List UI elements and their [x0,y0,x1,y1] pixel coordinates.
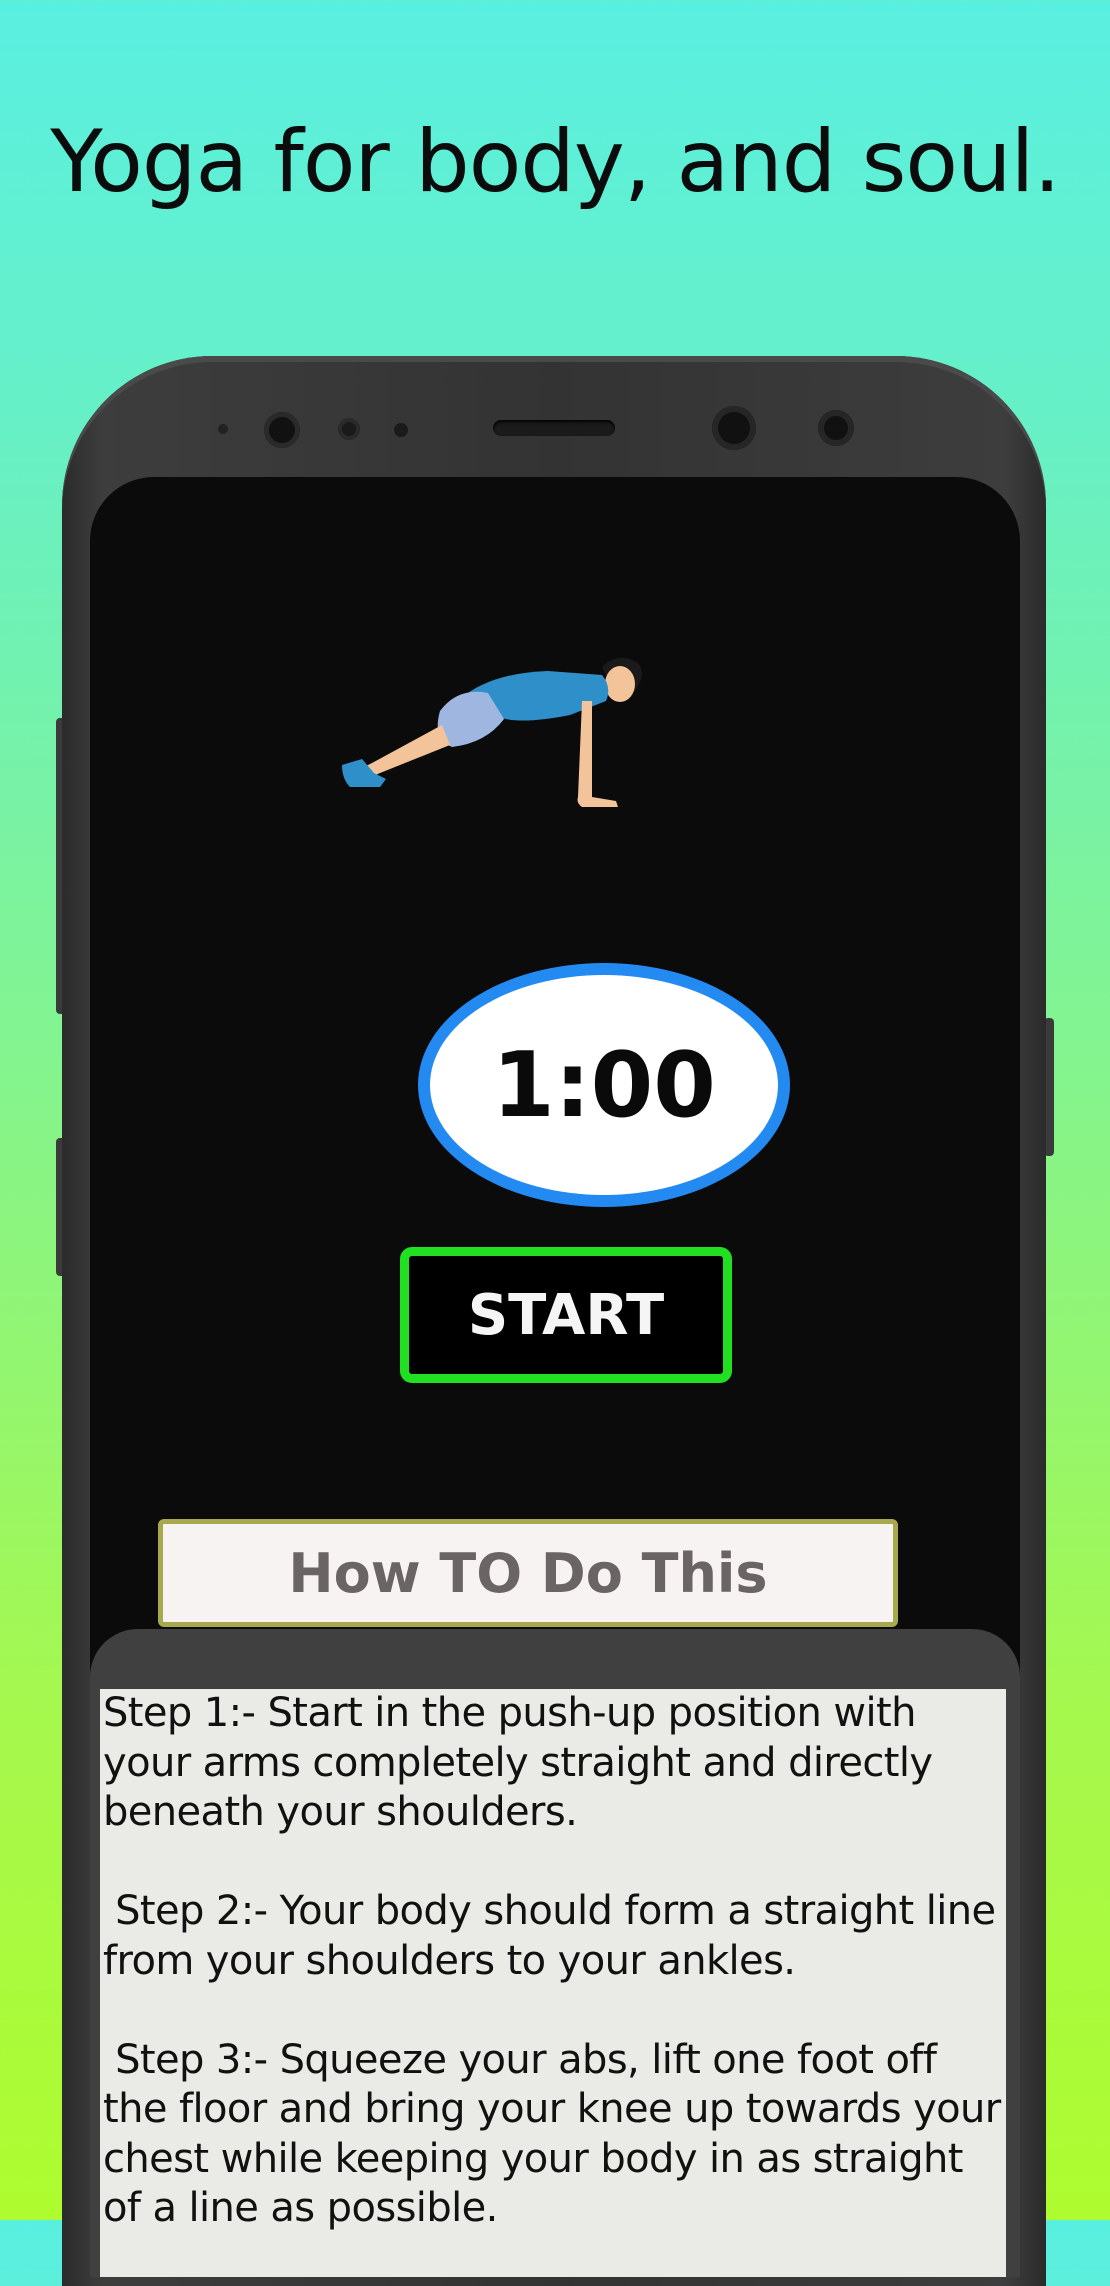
start-button[interactable]: START [400,1247,732,1383]
timer-display: 1:00 [418,963,790,1207]
earpiece-speaker [493,420,615,436]
plank-exercise-figure [342,657,642,807]
proximity-sensor [818,410,854,446]
how-to-button[interactable]: How TO Do This [158,1519,898,1627]
headline: Yoga for body, and soul. [50,112,1061,212]
front-sensor [394,423,408,437]
app-screen: 1:00 START How TO Do This Step 1:- Start… [90,477,1020,2277]
front-sensor [218,424,228,434]
step-text: Step 2:- Your body should form a straigh… [103,1888,1008,1984]
front-camera [264,412,300,448]
iris-camera [712,406,756,450]
instructions-text[interactable]: Step 1:- Start in the push-up position w… [100,1689,1006,2277]
step-text: Step 3:- Squeeze your abs, lift one foot… [103,2036,1013,2232]
step-text: Step 1:- Start in the push-up position w… [103,1690,945,1835]
front-sensor [338,418,360,440]
